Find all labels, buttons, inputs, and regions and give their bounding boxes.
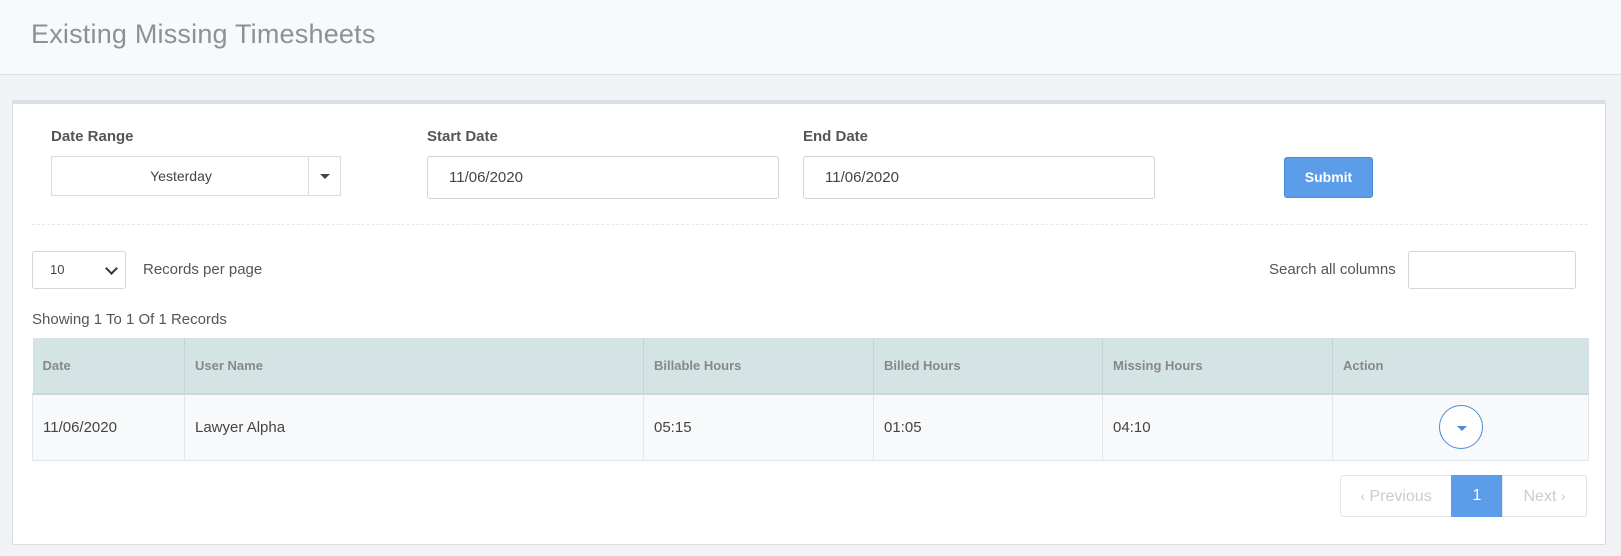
row-action-button[interactable] [1438,405,1483,450]
divider [32,224,1588,225]
cell-date: 11/06/2020 [32,393,185,461]
cell-billed-hours: 01:05 [873,393,1103,461]
start-date-input[interactable]: 11/06/2020 [427,156,779,199]
previous-page-label: Previous [1369,488,1432,505]
previous-page-button[interactable]: ‹ Previous [1340,475,1452,517]
timesheet-table: Date User Name Billable Hours Billed Hou… [32,338,1589,461]
page-title: Existing Missing Timesheets [31,19,376,49]
records-per-page-label: Records per page [143,261,263,278]
pagination: ‹ Previous 1 Next › [1340,475,1587,517]
date-range-label: Date Range [51,128,134,145]
date-range-select[interactable]: Yesterday [51,156,341,196]
next-page-button[interactable]: Next › [1502,475,1587,517]
column-header-user-name[interactable]: User Name [184,338,644,395]
caret-down-icon [1456,426,1467,432]
column-header-billed-hours[interactable]: Billed Hours [873,338,1103,395]
search-label: Search all columns [1269,261,1396,278]
table-header-row: Date User Name Billable Hours Billed Hou… [32,338,1589,395]
records-per-page-select[interactable]: 10 [32,251,126,289]
chevron-right-icon: › [1560,488,1566,504]
search-input[interactable] [1408,251,1576,289]
column-header-date[interactable]: Date [32,338,185,395]
page-number-button[interactable]: 1 [1451,475,1503,517]
next-page-label: Next [1523,488,1557,505]
cell-user-name: Lawyer Alpha [184,393,644,461]
chevron-left-icon: ‹ [1360,488,1365,504]
cell-billable-hours: 05:15 [643,393,874,461]
page-header: Existing Missing Timesheets [0,0,1621,75]
start-date-label: Start Date [427,128,498,145]
end-date-label: End Date [803,128,869,145]
column-header-missing-hours[interactable]: Missing Hours [1102,338,1333,395]
table-row: 11/06/2020 Lawyer Alpha 05:15 01:05 04:1… [32,393,1589,461]
records-info: Showing 1 To 1 Of 1 Records [32,311,227,328]
chevron-down-icon [105,262,118,275]
column-header-action: Action [1332,338,1589,395]
cell-missing-hours: 04:10 [1102,393,1333,461]
records-per-page-value: 10 [50,262,65,277]
filter-panel: Date Range Yesterday Start Date 11/06/20… [12,100,1606,545]
cell-action [1332,393,1589,461]
date-range-value: Yesterday [150,168,212,184]
end-date-input[interactable]: 11/06/2020 [803,156,1155,199]
column-header-billable-hours[interactable]: Billable Hours [643,338,874,395]
date-range-toggle[interactable] [308,157,340,195]
caret-down-icon [320,174,330,179]
submit-button[interactable]: Submit [1284,157,1373,198]
